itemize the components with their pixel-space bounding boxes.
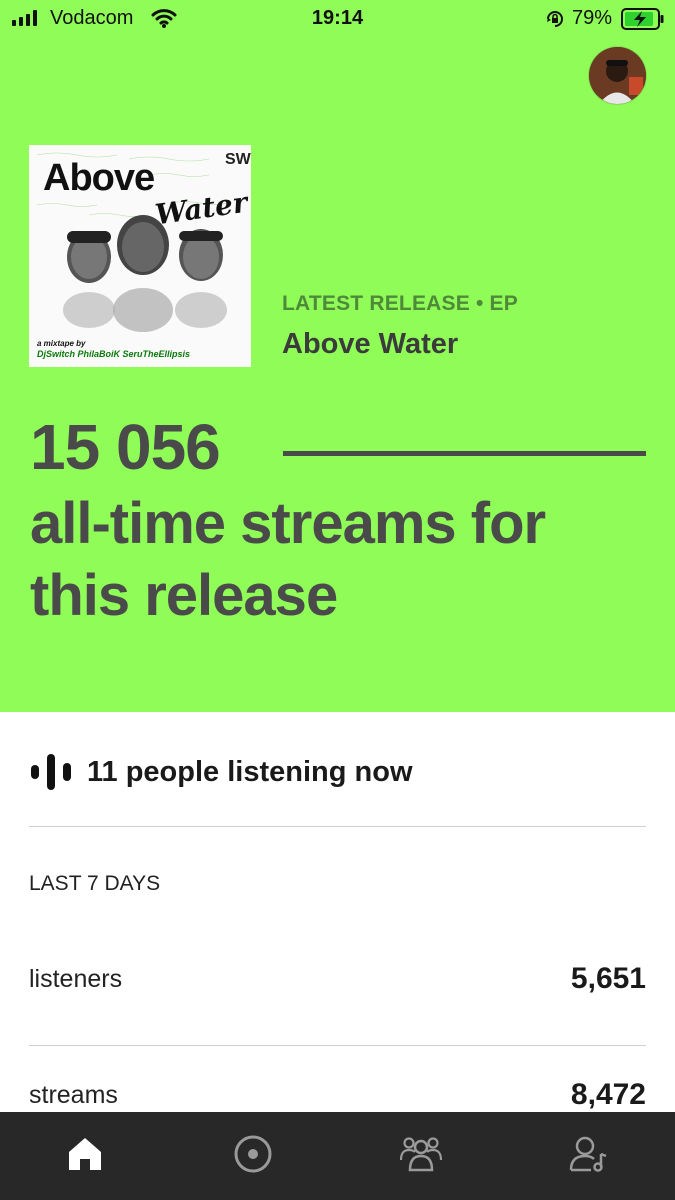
streams-value: 8,472: [570, 1078, 646, 1111]
stats-period-label: LAST 7 DAYS: [29, 872, 161, 895]
stream-count-caption: all-time streams for this release: [30, 491, 546, 628]
bottom-navigation: [0, 1112, 675, 1200]
streams-label: streams: [29, 1081, 118, 1109]
nav-music[interactable]: [231, 1134, 275, 1178]
nav-audience[interactable]: [399, 1134, 443, 1178]
home-icon: [65, 1134, 105, 1179]
music-disc-icon: [233, 1134, 273, 1179]
release-type-label: LATEST RELEASE • EP: [282, 292, 518, 315]
cover-artists: DjSwitch PhilaBoiK SeruTheEllipsis: [37, 349, 191, 359]
nav-profile[interactable]: [567, 1134, 611, 1178]
listeners-label: listeners: [29, 965, 123, 993]
battery-percentage: 79%: [572, 7, 613, 29]
artist-profile-icon: [569, 1134, 609, 1179]
all-time-stream-count: 15 056: [30, 411, 221, 483]
release-cover-art[interactable]: Above Water SW a mixtape by DjSwitch Phi…: [29, 145, 251, 367]
cover-logo: SW: [225, 151, 251, 168]
avatar[interactable]: [589, 47, 646, 104]
listening-now-text: 11 people listening now: [87, 755, 413, 788]
audience-icon: [399, 1134, 443, 1179]
orientation-lock-icon: [544, 8, 566, 36]
status-bar: Vodacom 19:14 79%: [0, 0, 675, 38]
battery-charging-icon: [621, 7, 665, 37]
cover-credit: a mixtape by: [37, 339, 86, 348]
stream-count-divider: [283, 451, 646, 456]
release-title[interactable]: Above Water: [282, 328, 458, 361]
cover-title: Above: [43, 157, 155, 199]
divider: [29, 1045, 646, 1046]
listeners-value: 5,651: [570, 962, 646, 995]
listening-now-row: 11 people listening now: [29, 750, 413, 794]
nav-home[interactable]: [63, 1134, 107, 1178]
divider: [29, 826, 646, 827]
sound-bars-icon: [29, 750, 73, 794]
